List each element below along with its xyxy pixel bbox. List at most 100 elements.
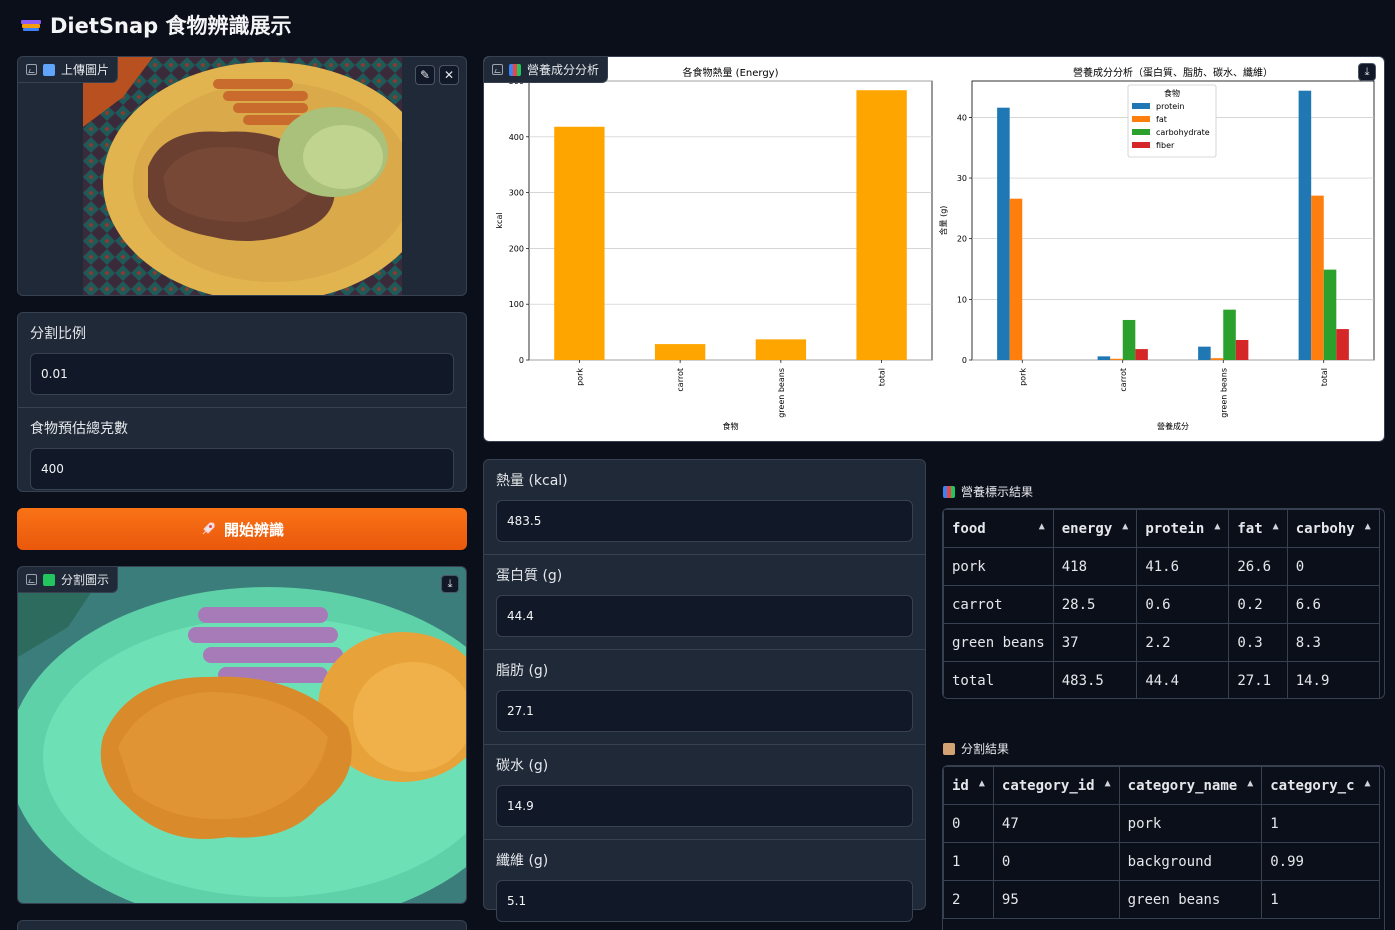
bar-protein-pork xyxy=(997,107,1010,361)
column-header[interactable]: fat ▲ xyxy=(1228,509,1288,548)
table-cell[interactable]: 2 xyxy=(943,880,994,919)
start-recognition-button[interactable]: 開始辨識 xyxy=(17,508,467,550)
bar-pork xyxy=(554,126,605,360)
upload-image-panel[interactable]: 上傳圖片 ✎ ✕ xyxy=(17,56,467,296)
legend-label: fiber xyxy=(1156,141,1175,150)
table-cell[interactable]: 0 xyxy=(943,804,994,843)
picture-icon xyxy=(43,573,55,586)
bar-green-beans xyxy=(755,339,807,360)
bar-protein-total xyxy=(1298,90,1312,360)
table-cell[interactable]: pork xyxy=(1118,804,1263,843)
clipboard-icon xyxy=(943,742,955,755)
pencil-icon[interactable]: ✎ xyxy=(415,65,435,85)
ratio-input[interactable]: 0.01 xyxy=(30,353,454,395)
legend-swatch xyxy=(1132,129,1150,135)
table-cell[interactable]: 1 xyxy=(1261,880,1380,919)
table-cell[interactable]: 47 xyxy=(992,804,1120,843)
download-icon[interactable]: ⤓ xyxy=(1358,63,1376,81)
table-cell[interactable]: 0 xyxy=(992,842,1120,881)
legend-title: 食物 xyxy=(1164,88,1180,98)
table-cell[interactable]: 2.2 xyxy=(1136,623,1230,662)
y-tick-label: 400 xyxy=(509,133,524,142)
chart-title: 營養成分分析（蛋白質、脂肪、碳水、纖維） xyxy=(1073,66,1273,79)
y-tick-label: 30 xyxy=(957,174,967,183)
table-cell[interactable]: total xyxy=(943,661,1054,698)
seg-table: id ▲ category_id ▲ category_name ▲ category_c ▲… xyxy=(943,766,1380,919)
seg-table-wrap[interactable]: id ▲ category_id ▲ category_name ▲ category_c ▲… xyxy=(942,765,1385,930)
column-header[interactable]: id ▲ xyxy=(943,766,994,805)
x-tick-label: carrot xyxy=(676,368,685,392)
table-cell[interactable]: background xyxy=(1118,842,1263,881)
table-cell[interactable]: 418 xyxy=(1052,547,1138,586)
energy-output: 483.5 xyxy=(496,500,913,542)
column-header[interactable]: category_id ▲ xyxy=(992,766,1120,805)
y-tick-label: 40 xyxy=(957,113,967,122)
column-header-label: food xyxy=(952,520,986,537)
bar-protein-carrot xyxy=(1097,356,1111,360)
bar-chart-icon xyxy=(943,485,955,498)
table-row: total 483.5 44.4 27.1 14.9 xyxy=(943,661,1380,698)
rocket-icon xyxy=(202,522,215,535)
column-header[interactable]: carbohy ▲ xyxy=(1286,509,1380,548)
bar-fat-total xyxy=(1311,195,1324,360)
table-cell[interactable]: pork xyxy=(943,547,1054,586)
table-cell[interactable]: 0.6 xyxy=(1136,585,1230,624)
y-axis-label: kcal xyxy=(495,212,504,228)
close-icon[interactable]: ✕ xyxy=(439,65,459,85)
table-cell[interactable]: 6.6 xyxy=(1286,585,1380,624)
seg-table-title-text: 分割結果 xyxy=(961,742,1010,756)
legend-label: carbohydrate xyxy=(1156,128,1210,137)
table-cell[interactable]: 37 xyxy=(1052,623,1138,662)
fat-field: 脂肪 (g) 27.1 xyxy=(484,650,925,744)
table-row: 0 47 pork 1 xyxy=(943,804,1380,843)
nutrition-table-wrap[interactable]: food ▲ energy ▲ protein ▲ fat ▲ carbohy ▲ pork 418… xyxy=(942,508,1385,699)
table-cell[interactable]: 44.4 xyxy=(1136,661,1230,698)
table-cell[interactable]: 27.1 xyxy=(1228,661,1288,698)
column-header[interactable]: category_c ▲ xyxy=(1261,766,1380,805)
table-cell[interactable]: 26.6 xyxy=(1228,547,1288,586)
analysis-label: 營養成分分析 xyxy=(484,57,609,83)
table-cell[interactable]: 483.5 xyxy=(1052,661,1138,698)
upload-label-text: 上傳圖片 xyxy=(61,63,110,77)
sort-arrow-icon[interactable]: ▲ xyxy=(1273,521,1279,532)
column-header-label: protein xyxy=(1145,520,1205,537)
table-cell[interactable]: 0 xyxy=(1286,547,1380,586)
table-cell[interactable]: 95 xyxy=(992,880,1120,919)
legend-swatch xyxy=(1132,142,1150,148)
table-cell[interactable]: 8.3 xyxy=(1286,623,1380,662)
books-icon xyxy=(21,20,41,31)
sort-arrow-icon[interactable]: ▲ xyxy=(1039,521,1045,532)
sort-arrow-icon[interactable]: ▲ xyxy=(1122,521,1128,532)
download-icon[interactable]: ⤓ xyxy=(441,575,459,593)
legend-label: fat xyxy=(1156,115,1167,124)
table-cell[interactable]: 41.6 xyxy=(1136,547,1230,586)
table-cell[interactable]: carrot xyxy=(943,585,1054,624)
sort-arrow-icon[interactable]: ▲ xyxy=(1247,778,1253,789)
sort-arrow-icon[interactable]: ▲ xyxy=(1105,778,1111,789)
table-cell[interactable]: 1 xyxy=(943,842,994,881)
column-header[interactable]: category_name ▲ xyxy=(1118,766,1263,805)
fiber-output: 5.1 xyxy=(496,880,913,922)
fat-output: 27.1 xyxy=(496,690,913,732)
table-cell[interactable]: green beans xyxy=(1118,880,1263,919)
column-header-label: category_c xyxy=(1270,777,1355,794)
sort-arrow-icon[interactable]: ▲ xyxy=(1365,778,1371,789)
table-row: pork 418 41.6 26.6 0 xyxy=(943,547,1380,586)
grams-input[interactable]: 400 xyxy=(30,448,454,490)
sort-arrow-icon[interactable]: ▲ xyxy=(979,778,985,789)
energy-label: 熱量 (kcal) xyxy=(496,473,568,489)
table-cell[interactable]: 1 xyxy=(1261,804,1380,843)
table-cell[interactable]: green beans xyxy=(943,623,1054,662)
sort-arrow-icon[interactable]: ▲ xyxy=(1365,521,1371,532)
table-cell[interactable]: 28.5 xyxy=(1052,585,1138,624)
y-tick-label: 100 xyxy=(509,300,524,309)
table-cell[interactable]: 0.3 xyxy=(1228,623,1288,662)
segmentation-image-panel: 分割圖示 ⤓ xyxy=(17,566,467,904)
column-header[interactable]: energy ▲ xyxy=(1052,509,1138,548)
table-cell[interactable]: 14.9 xyxy=(1286,661,1380,698)
column-header[interactable]: food ▲ xyxy=(943,509,1054,548)
table-cell[interactable]: 0.99 xyxy=(1261,842,1380,881)
sort-arrow-icon[interactable]: ▲ xyxy=(1214,521,1220,532)
table-cell[interactable]: 0.2 xyxy=(1228,585,1288,624)
column-header[interactable]: protein ▲ xyxy=(1136,509,1230,548)
